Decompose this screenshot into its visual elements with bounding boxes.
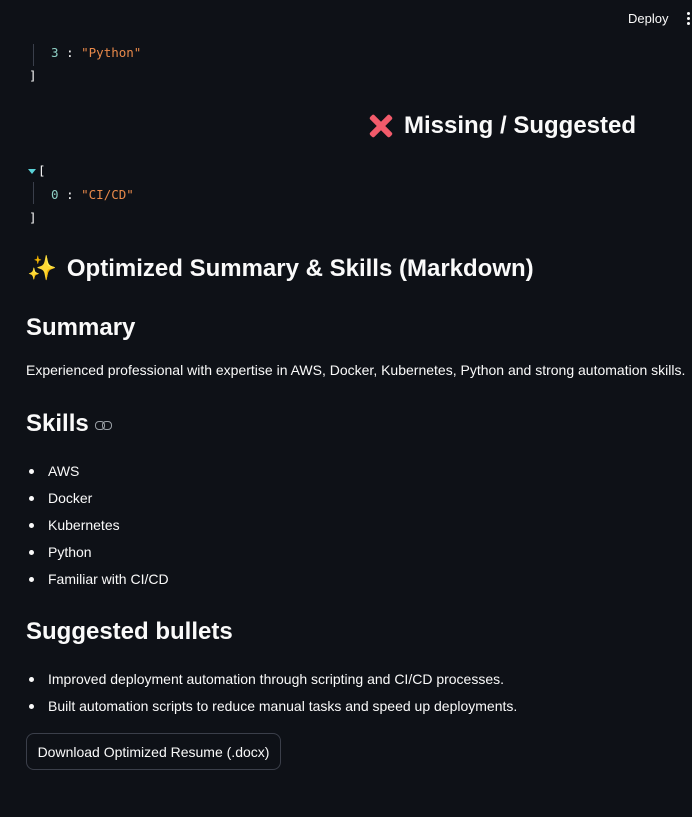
- list-item: Python: [26, 542, 169, 569]
- json-open-bracket: [: [38, 163, 46, 178]
- sparkles-icon: ✨: [27, 255, 57, 282]
- json-item: 0 : "CI/CD": [51, 187, 134, 202]
- list-item: AWS: [26, 461, 169, 488]
- optimized-heading-text: Optimized Summary & Skills (Markdown): [66, 255, 534, 282]
- missing-heading-text: Missing / Suggested: [404, 112, 637, 139]
- json-value: "CI/CD": [81, 187, 134, 202]
- list-item: Docker: [26, 488, 169, 515]
- summary-heading: Summary: [26, 314, 136, 341]
- download-resume-button[interactable]: Download Optimized Resume (.docx): [26, 733, 281, 770]
- json-index: 0: [51, 187, 59, 202]
- cross-mark-icon: [368, 113, 394, 139]
- list-item: Familiar with CI/CD: [26, 569, 169, 596]
- skills-heading: Skills: [26, 410, 113, 438]
- anchor-link-icon[interactable]: [94, 420, 113, 430]
- list-item: Built automation scripts to reduce manua…: [26, 696, 517, 723]
- optimized-heading: ✨ Optimized Summary & Skills (Markdown): [27, 255, 534, 283]
- json-close-bracket: ]: [29, 210, 37, 225]
- suggested-heading: Suggested bullets: [26, 618, 233, 645]
- summary-text: Experienced professional with expertise …: [26, 362, 686, 378]
- missing-skills-json: [ 0 : "CI/CD" ]: [0, 160, 300, 230]
- present-skills-json: 3 : "Python" ]: [0, 0, 300, 90]
- json-close-bracket: ]: [29, 68, 37, 83]
- main-menu-icon[interactable]: [686, 12, 692, 28]
- json-index: 3: [51, 45, 59, 60]
- suggested-list: Improved deployment automation through s…: [26, 669, 517, 723]
- json-value: "Python": [81, 45, 142, 60]
- collapse-caret-icon[interactable]: [28, 169, 36, 174]
- deploy-button[interactable]: Deploy: [620, 9, 676, 29]
- list-item: Kubernetes: [26, 515, 169, 542]
- skills-heading-text: Skills: [26, 410, 89, 437]
- app-page: Deploy 3 : "Python" ] Missing / Suggeste…: [0, 0, 692, 817]
- missing-heading: Missing / Suggested: [368, 112, 636, 140]
- list-item: Improved deployment automation through s…: [26, 669, 517, 696]
- json-item: 3 : "Python": [51, 45, 142, 60]
- skills-list: AWS Docker Kubernetes Python Familiar wi…: [26, 461, 169, 596]
